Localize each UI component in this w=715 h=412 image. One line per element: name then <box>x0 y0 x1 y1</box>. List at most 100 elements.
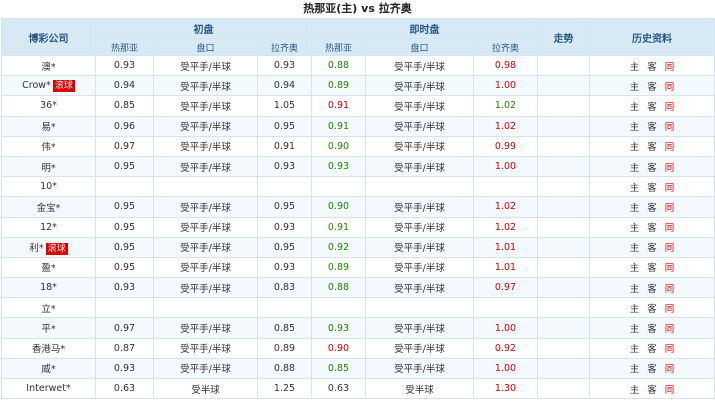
history-away-link[interactable]: 客 <box>647 183 657 194</box>
trend-cell[interactable] <box>537 297 591 319</box>
live-away-odds: 1.02 <box>472 95 539 117</box>
history-away-link[interactable]: 客 <box>647 203 657 214</box>
trend-cell[interactable] <box>537 115 591 137</box>
history-away-link[interactable]: 客 <box>647 142 657 153</box>
history-same-link[interactable]: 同 <box>665 344 675 355</box>
history-away-link[interactable]: 客 <box>647 122 657 133</box>
trend-cell[interactable] <box>537 135 591 157</box>
history-same-link[interactable]: 同 <box>665 163 675 174</box>
history-away-link[interactable]: 客 <box>647 82 657 93</box>
trend-cell[interactable] <box>537 155 591 178</box>
history-away-link[interactable]: 客 <box>647 243 657 254</box>
history-away-link[interactable]: 客 <box>647 163 657 174</box>
history-home-link[interactable]: 主 <box>630 304 640 315</box>
history-links: 主客同 <box>589 256 715 279</box>
history-same-link[interactable]: 同 <box>665 304 675 315</box>
live-betting-badge[interactable]: 滚球 <box>52 79 75 92</box>
trend-cell[interactable] <box>537 95 591 117</box>
history-home-link[interactable]: 主 <box>630 62 640 73</box>
live-away-odds: 1.30 <box>472 377 539 400</box>
history-same-link[interactable]: 同 <box>665 122 675 133</box>
history-away-link[interactable]: 客 <box>647 364 657 375</box>
table-row: Interwet* 0.63 受半球 1.25 0.63 受半球 1.30 主客同 <box>1 377 715 400</box>
history-away-link[interactable]: 客 <box>647 102 657 113</box>
trend-cell[interactable] <box>537 236 591 258</box>
trend-cell[interactable] <box>537 54 591 77</box>
table-row: 利* 滚球 0.95 受平手/半球 0.95 0.92 受平手/半球 1.01 主客同 <box>1 236 715 258</box>
history-home-link[interactable]: 主 <box>630 344 640 355</box>
history-links: 主客同 <box>589 236 715 258</box>
history-same-link[interactable]: 同 <box>665 62 675 73</box>
history-home-link[interactable]: 主 <box>630 102 640 113</box>
history-same-link[interactable]: 同 <box>665 102 675 113</box>
company-cell: 18* <box>1 277 96 299</box>
trend-cell[interactable] <box>537 337 591 359</box>
history-same-link[interactable]: 同 <box>665 203 675 214</box>
history-home-link[interactable]: 主 <box>630 163 640 174</box>
table-row: 易* 0.96 受平手/半球 0.95 0.91 受平手/半球 1.02 主客同 <box>1 115 715 137</box>
history-same-link[interactable]: 同 <box>665 243 675 254</box>
history-home-link[interactable]: 主 <box>630 263 640 274</box>
history-home-link[interactable]: 主 <box>630 385 640 396</box>
live-away-odds: 0.92 <box>472 337 539 359</box>
history-same-link[interactable]: 同 <box>665 142 675 153</box>
trend-cell[interactable] <box>537 277 591 299</box>
history-links: 主客同 <box>589 297 715 319</box>
history-home-link[interactable]: 主 <box>630 203 640 214</box>
live-away-odds: 1.01 <box>472 236 539 258</box>
trend-cell[interactable] <box>537 75 591 97</box>
history-same-link[interactable]: 同 <box>665 263 675 274</box>
history-home-link[interactable]: 主 <box>630 324 640 335</box>
history-away-link[interactable]: 客 <box>647 263 657 274</box>
live-betting-badge[interactable]: 滚球 <box>45 242 68 255</box>
history-same-link[interactable]: 同 <box>665 364 675 375</box>
history-home-link[interactable]: 主 <box>630 364 640 375</box>
company-cell: 香港马* <box>1 337 96 359</box>
trend-cell[interactable] <box>537 216 591 238</box>
live-handicap: 受平手/半球 <box>365 357 474 380</box>
history-home-link[interactable]: 主 <box>630 243 640 254</box>
history-home-link[interactable]: 主 <box>630 122 640 133</box>
live-away-odds: 1.02 <box>472 196 539 218</box>
history-home-link[interactable]: 主 <box>630 82 640 93</box>
trend-cell[interactable] <box>537 317 591 339</box>
trend-cell[interactable] <box>537 176 591 198</box>
initial-home-odds: 0.87 <box>95 337 154 359</box>
company-name: 盈* <box>41 263 56 275</box>
history-away-link[interactable]: 客 <box>647 304 657 315</box>
company-name: 易* <box>41 122 56 134</box>
table-row: 盈* 0.95 受平手/半球 0.93 0.89 受平手/半球 1.01 主客同 <box>1 256 715 279</box>
initial-handicap: 受平手/半球 <box>153 196 258 218</box>
history-same-link[interactable]: 同 <box>665 284 675 295</box>
history-home-link[interactable]: 主 <box>630 183 640 194</box>
initial-away-odds: 0.93 <box>257 54 312 77</box>
trend-cell[interactable] <box>537 377 591 400</box>
trend-cell[interactable] <box>537 357 591 380</box>
history-same-link[interactable]: 同 <box>665 223 675 234</box>
history-same-link[interactable]: 同 <box>665 324 675 335</box>
trend-cell[interactable] <box>537 256 591 279</box>
history-away-link[interactable]: 客 <box>647 385 657 396</box>
live-away-odds: 1.00 <box>472 155 539 178</box>
initial-home-header: 热那亚 <box>95 38 154 56</box>
history-away-link[interactable]: 客 <box>647 62 657 73</box>
history-same-link[interactable]: 同 <box>665 82 675 93</box>
initial-away-odds: 0.95 <box>257 115 312 137</box>
history-links: 主客同 <box>589 357 715 380</box>
history-away-link[interactable]: 客 <box>647 284 657 295</box>
history-away-link[interactable]: 客 <box>647 344 657 355</box>
history-home-link[interactable]: 主 <box>630 284 640 295</box>
live-home-odds: 0.91 <box>311 216 366 238</box>
history-away-link[interactable]: 客 <box>647 324 657 335</box>
history-same-link[interactable]: 同 <box>665 183 675 194</box>
history-home-link[interactable]: 主 <box>630 223 640 234</box>
initial-handicap: 受平手/半球 <box>153 337 258 359</box>
company-cell: 利* 滚球 <box>1 236 96 258</box>
history-home-link[interactable]: 主 <box>630 142 640 153</box>
live-away-odds <box>472 297 539 319</box>
history-links: 主客同 <box>589 196 715 218</box>
live-header: 即时盘 <box>310 18 539 39</box>
history-away-link[interactable]: 客 <box>647 223 657 234</box>
trend-cell[interactable] <box>537 196 591 218</box>
history-same-link[interactable]: 同 <box>665 385 675 396</box>
